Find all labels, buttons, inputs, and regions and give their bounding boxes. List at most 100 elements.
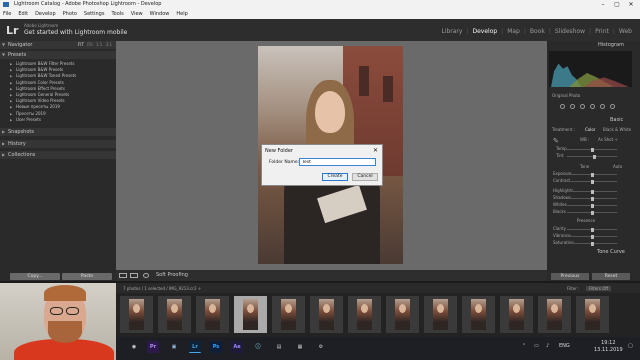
lightroom-app-icon[interactable]: Lr (189, 341, 201, 353)
module-book[interactable]: Book (530, 28, 545, 35)
blacks-slider[interactable] (567, 210, 617, 215)
filter-select[interactable]: Filters Off (586, 286, 612, 291)
filmstrip-thumbnail[interactable] (272, 296, 305, 333)
treatment-bw[interactable]: Black & White (603, 127, 631, 132)
slider-knob[interactable] (591, 172, 594, 177)
filmstrip-thumbnail[interactable] (310, 296, 343, 333)
tint-slider[interactable] (567, 154, 617, 159)
whites-slider[interactable] (567, 203, 617, 208)
filmstrip-thumbnail[interactable] (500, 296, 533, 333)
info-app-icon[interactable]: ⓘ (252, 341, 264, 353)
module-map[interactable]: Map (507, 28, 520, 35)
menu-help[interactable]: Help (176, 9, 187, 19)
filmstrip-thumbnail[interactable] (348, 296, 381, 333)
slider-knob[interactable] (591, 234, 594, 239)
radial-filter-icon[interactable] (600, 104, 605, 109)
module-web[interactable]: Web (619, 28, 632, 35)
treatment-color[interactable]: Color (585, 127, 595, 132)
collections-header[interactable]: ▶ Collections (0, 151, 116, 159)
menu-settings[interactable]: Settings (84, 9, 105, 19)
slider-knob[interactable] (591, 189, 594, 194)
filmstrip-thumbnail[interactable] (538, 296, 571, 333)
vibrance-slider[interactable] (567, 234, 617, 239)
clarity-slider[interactable] (567, 227, 617, 232)
slider-knob[interactable] (591, 147, 594, 152)
wb-eyedropper-icon[interactable]: ✎ (553, 137, 559, 145)
navigator-header[interactable]: ▼ Navigator FIT Fill 1:1 3:1 (0, 41, 116, 49)
maximize-button[interactable]: ▢ (610, 0, 624, 9)
zoom-fit[interactable]: FIT (78, 42, 84, 47)
basic-panel-title[interactable]: Basic (610, 117, 623, 123)
histogram[interactable] (549, 51, 632, 87)
histogram-title[interactable]: Histogram (598, 42, 624, 48)
zoom-fill[interactable]: Fill (87, 42, 92, 47)
temp-slider[interactable] (567, 147, 617, 152)
crop-tool-icon[interactable] (560, 104, 565, 109)
copy-settings-button[interactable]: Copy... (10, 273, 60, 280)
contrast-slider[interactable] (567, 179, 617, 184)
menu-view[interactable]: View (131, 9, 143, 19)
highlights-slider[interactable] (567, 189, 617, 194)
media-app-icon[interactable]: ▦ (294, 341, 306, 353)
menu-tools[interactable]: Tools (111, 9, 123, 19)
slider-knob[interactable] (593, 154, 596, 159)
filmstrip-thumbnail[interactable] (462, 296, 495, 333)
menu-file[interactable]: File (3, 9, 11, 19)
snapshots-header[interactable]: ▶ Snapshots (0, 128, 116, 136)
zoom-1-1[interactable]: 1:1 (96, 42, 102, 47)
filmstrip-thumbnail[interactable] (120, 296, 153, 333)
mobile-promo[interactable]: Get started with Lightroom mobile (24, 29, 127, 36)
slider-knob[interactable] (591, 179, 594, 184)
slider-knob[interactable] (591, 241, 594, 246)
spot-removal-icon[interactable] (570, 104, 575, 109)
filmstrip-thumbnail[interactable] (386, 296, 419, 333)
start-icon[interactable]: ◉ (128, 341, 140, 353)
auto-tone-button[interactable]: Auto (613, 164, 622, 169)
module-print[interactable]: Print (595, 28, 609, 35)
tone-curve-title[interactable]: Tone Curve (597, 249, 625, 255)
photoshop-app-icon[interactable]: Ps (210, 341, 222, 353)
history-header[interactable]: ▶ History (0, 140, 116, 148)
language-indicator[interactable]: ENG (559, 343, 570, 349)
minimize-button[interactable]: – (596, 0, 610, 9)
premiere-app-icon[interactable]: Pr (147, 341, 159, 353)
presets-header[interactable]: ▼ Presets (0, 51, 116, 59)
preset-folder[interactable]: ▶ User Presets (10, 117, 110, 123)
slider-knob[interactable] (591, 210, 594, 215)
module-library[interactable]: Library (441, 28, 462, 35)
saturation-slider[interactable] (567, 241, 617, 246)
exposure-slider[interactable] (567, 172, 617, 177)
filmstrip-thumbnail[interactable] (576, 296, 609, 333)
taskbar-clock[interactable]: 19:12 13.11.2019 (594, 340, 623, 354)
module-slideshow[interactable]: Slideshow (555, 28, 585, 35)
filmstrip-thumbnail[interactable] (424, 296, 457, 333)
menu-window[interactable]: Window (150, 9, 170, 19)
tray-chevron-icon[interactable]: ⌃ (522, 343, 526, 349)
wb-select[interactable]: As Shot ÷ (598, 137, 618, 142)
volume-icon[interactable]: ♪ (546, 343, 549, 349)
menu-edit[interactable]: Edit (18, 9, 28, 19)
reset-button[interactable]: Reset (592, 273, 630, 280)
filmstrip-thumbnail[interactable] (158, 296, 191, 333)
shadows-slider[interactable] (567, 196, 617, 201)
red-eye-icon[interactable] (580, 104, 585, 109)
filmstrip-thumbnail[interactable] (196, 296, 229, 333)
browser-icon[interactable]: ▣ (168, 341, 180, 353)
folder-name-input[interactable] (299, 158, 376, 166)
slider-knob[interactable] (591, 196, 594, 201)
soft-proofing-checkbox[interactable] (143, 273, 149, 278)
menu-photo[interactable]: Photo (63, 9, 77, 19)
close-window-button[interactable]: ✕ (624, 0, 638, 9)
settings-app-icon[interactable]: ⚙ (315, 341, 327, 353)
slider-knob[interactable] (591, 203, 594, 208)
graduated-filter-icon[interactable] (590, 104, 595, 109)
zoom-3-1[interactable]: 3:1 (106, 42, 112, 47)
dialog-close-icon[interactable]: ✕ (373, 147, 378, 154)
paste-settings-button[interactable]: Paste (62, 273, 112, 280)
before-after-icon[interactable] (130, 273, 138, 278)
filmstrip-info[interactable]: 7 photos / 1 selected / IMG_9213.cr2 ÷ (123, 286, 201, 291)
slider-knob[interactable] (591, 227, 594, 232)
filmstrip-thumbnail[interactable] (234, 296, 267, 333)
network-icon[interactable]: ▭ (534, 343, 539, 349)
aftereffects-app-icon[interactable]: Ae (231, 341, 243, 353)
